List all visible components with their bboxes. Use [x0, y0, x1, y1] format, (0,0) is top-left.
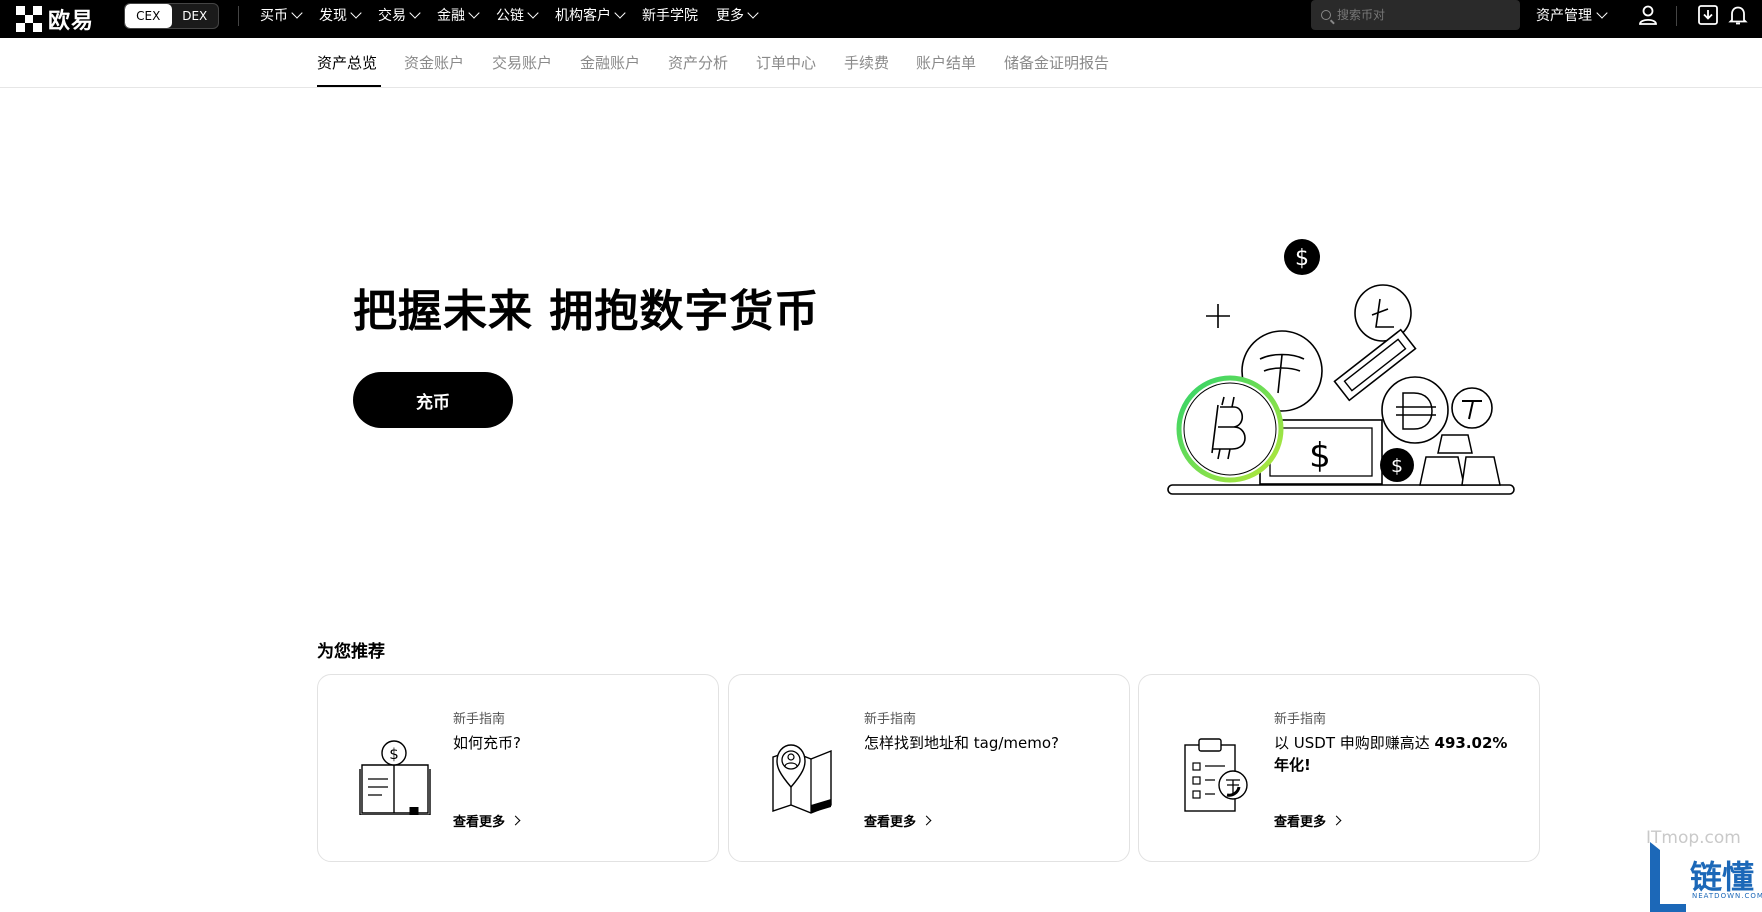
download-icon[interactable] — [1696, 3, 1720, 27]
tab-trading-account[interactable]: 交易账户 — [492, 52, 552, 73]
chevron-down-icon — [747, 7, 759, 19]
recommend-section-title: 为您推荐 — [317, 642, 385, 662]
neatdown-brand-sub: NEATDOWN.COM — [1692, 892, 1762, 900]
okx-logo-mark-icon — [16, 6, 42, 32]
nav-label: 公链 — [496, 8, 524, 24]
cex-dex-toggle[interactable]: CEX DEX — [124, 3, 219, 29]
card-title: 如何充币? — [453, 734, 521, 752]
nav-public-chain[interactable]: 公链 — [496, 5, 539, 25]
tab-asset-analysis[interactable]: 资产分析 — [668, 52, 728, 73]
recommend-card-usdt-earn[interactable]: 新手指南 以 USDT 申购即赚高达 493.02% 年化! 查看更多 — [1138, 674, 1540, 862]
view-more-label: 查看更多 — [864, 815, 917, 830]
view-more-link[interactable]: 查看更多 — [864, 811, 932, 830]
tab-statements[interactable]: 账户结单 — [916, 52, 976, 73]
chevron-right-icon — [921, 815, 932, 826]
tab-fees[interactable]: 手续费 — [844, 52, 889, 73]
chevron-down-icon — [614, 7, 626, 19]
tab-asset-overview[interactable]: 资产总览 — [317, 52, 377, 73]
chevron-down-icon — [409, 7, 421, 19]
dex-toggle-option[interactable]: DEX — [172, 4, 219, 28]
tab-proof-of-reserves[interactable]: 储备金证明报告 — [1004, 52, 1109, 73]
view-more-link[interactable]: 查看更多 — [1274, 811, 1342, 830]
top-navbar: 欧易 CEX DEX 买币 发现 交易 金融 公链 机构客户 新手学院 更多 资… — [0, 0, 1762, 38]
nav-label: 发现 — [319, 8, 347, 24]
card-title-text: 以 USDT 申购即赚高达 — [1274, 734, 1435, 752]
svg-text:$: $ — [1391, 455, 1403, 477]
divider — [238, 6, 239, 26]
deposit-button[interactable]: 充币 — [353, 372, 513, 428]
svg-text:$: $ — [1295, 246, 1309, 271]
view-more-link[interactable]: 查看更多 — [453, 811, 521, 830]
nav-finance[interactable]: 金融 — [437, 5, 480, 25]
hero-title: 把握未来 拥抱数字货币 — [353, 286, 820, 337]
tab-earn-account[interactable]: 金融账户 — [580, 52, 640, 73]
search-box[interactable] — [1311, 0, 1520, 30]
nav-buy-crypto[interactable]: 买币 — [260, 5, 303, 25]
chevron-down-icon — [350, 7, 362, 19]
recommend-card-deposit-guide[interactable]: $ 新手指南 如何充币? 查看更多 — [317, 674, 719, 862]
active-tab-underline — [317, 85, 381, 87]
okx-logo[interactable]: 欧易 — [16, 3, 94, 35]
chevron-down-icon — [468, 7, 480, 19]
map-location-icon — [772, 744, 832, 814]
search-input[interactable] — [1337, 8, 1507, 22]
cex-toggle-option[interactable]: CEX — [125, 4, 172, 28]
asset-subtabs: 资产总览 资金账户 交易账户 金融账户 资产分析 订单中心 手续费 账户结单 储… — [0, 38, 1762, 88]
nav-label: 金融 — [437, 8, 465, 24]
nav-discover[interactable]: 发现 — [319, 5, 362, 25]
tab-funding-account[interactable]: 资金账户 — [404, 52, 464, 73]
chevron-right-icon — [510, 815, 521, 826]
view-more-label: 查看更多 — [453, 815, 506, 830]
recommend-card-address-memo[interactable]: 新手指南 怎样找到地址和 tag/memo? 查看更多 — [728, 674, 1130, 862]
nav-label: 新手学院 — [642, 8, 698, 24]
chevron-down-icon — [527, 7, 539, 19]
chevron-down-icon — [291, 7, 303, 19]
deposit-guide-icon: $ — [359, 740, 431, 815]
tab-order-center[interactable]: 订单中心 — [756, 52, 816, 73]
main-nav: 买币 发现 交易 金融 公链 机构客户 新手学院 更多 — [260, 0, 775, 30]
card-tag: 新手指南 — [1274, 712, 1327, 727]
view-more-label: 查看更多 — [1274, 815, 1327, 830]
user-icon[interactable] — [1636, 3, 1660, 27]
asset-management-menu[interactable]: 资产管理 — [1536, 0, 1608, 30]
nav-more[interactable]: 更多 — [716, 5, 759, 25]
nav-academy[interactable]: 新手学院 — [642, 5, 698, 25]
card-title: 怎样找到地址和 tag/memo? — [864, 734, 1060, 752]
asset-management-label: 资产管理 — [1536, 8, 1592, 24]
nav-label: 买币 — [260, 8, 288, 24]
nav-label: 交易 — [378, 8, 406, 24]
nav-label: 机构客户 — [555, 8, 611, 24]
svg-text:$: $ — [389, 745, 399, 763]
chevron-right-icon — [1331, 815, 1342, 826]
card-title: 以 USDT 申购即赚高达 493.02% 年化! — [1274, 732, 1524, 776]
clipboard-tether-icon — [1184, 738, 1248, 812]
svg-text:$: $ — [1309, 436, 1331, 476]
divider — [1676, 6, 1677, 26]
card-tag: 新手指南 — [453, 712, 506, 727]
crypto-coins-illustration: $ $ $ — [1167, 239, 1515, 495]
search-icon — [1321, 10, 1331, 20]
chevron-down-icon — [1596, 7, 1608, 19]
bell-icon[interactable] — [1726, 3, 1750, 27]
nav-label: 更多 — [716, 8, 744, 24]
card-tag: 新手指南 — [864, 712, 917, 727]
logo-text: 欧易 — [48, 9, 95, 34]
nav-institutional[interactable]: 机构客户 — [555, 5, 626, 25]
nav-trade[interactable]: 交易 — [378, 5, 421, 25]
